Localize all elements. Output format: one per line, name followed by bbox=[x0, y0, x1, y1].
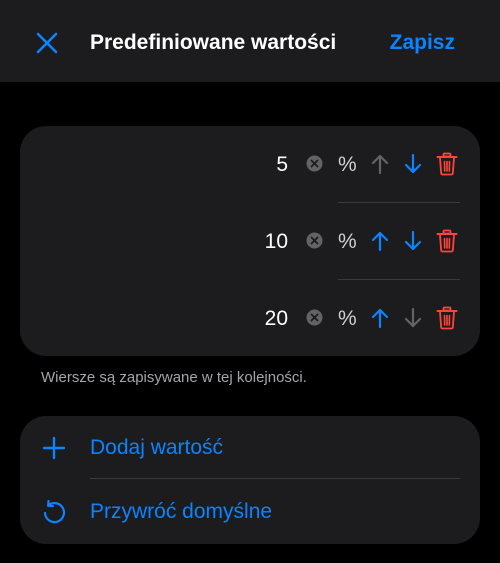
move-down-button[interactable] bbox=[401, 151, 425, 177]
divider bbox=[90, 478, 460, 479]
restore-defaults-button[interactable]: Przywróć domyślne bbox=[20, 480, 480, 544]
clear-icon[interactable] bbox=[306, 232, 323, 249]
unit-label: % bbox=[338, 230, 357, 253]
trash-icon bbox=[436, 152, 458, 176]
move-up-button[interactable] bbox=[368, 151, 392, 177]
clear-icon[interactable] bbox=[306, 155, 323, 172]
actions-list: Dodaj wartość Przywróć domyślne bbox=[20, 416, 480, 544]
add-value-button[interactable]: Dodaj wartość bbox=[20, 416, 480, 480]
arrow-down-icon bbox=[404, 230, 422, 251]
page-title: Predefiniowane wartości bbox=[90, 31, 337, 54]
close-icon bbox=[36, 32, 58, 54]
value-row: 20 % bbox=[20, 280, 480, 357]
move-down-button[interactable] bbox=[401, 228, 425, 254]
unit-label: % bbox=[338, 307, 357, 330]
clear-icon[interactable] bbox=[306, 309, 323, 326]
restore-defaults-label: Przywróć domyślne bbox=[90, 500, 273, 523]
arrow-down-icon bbox=[404, 153, 422, 174]
plus-icon bbox=[40, 434, 68, 462]
value-field[interactable]: 10 bbox=[208, 203, 288, 280]
arrow-up-icon bbox=[371, 154, 389, 175]
value-field[interactable]: 5 bbox=[208, 126, 288, 203]
arrow-down-icon bbox=[404, 307, 422, 328]
delete-button[interactable] bbox=[435, 305, 459, 331]
move-down-button[interactable] bbox=[401, 305, 425, 331]
unit-label: % bbox=[338, 153, 357, 176]
value-row: 5 % bbox=[20, 126, 480, 203]
add-value-label: Dodaj wartość bbox=[90, 436, 224, 459]
order-footnote: Wiersze są zapisywane w tej kolejności. bbox=[41, 369, 307, 386]
value-row: 10 % bbox=[20, 203, 480, 280]
move-up-button[interactable] bbox=[368, 228, 392, 254]
values-list: 5 % 10 % 20 % bbox=[20, 126, 480, 356]
trash-icon bbox=[436, 306, 458, 330]
arrow-up-icon bbox=[371, 308, 389, 329]
move-up-button[interactable] bbox=[368, 305, 392, 331]
close-button[interactable] bbox=[28, 24, 66, 62]
navigation-bar: Predefiniowane wartości Zapisz bbox=[0, 0, 500, 82]
restore-icon bbox=[40, 498, 68, 526]
value-field[interactable]: 20 bbox=[208, 280, 288, 357]
trash-icon bbox=[436, 229, 458, 253]
arrow-up-icon bbox=[371, 231, 389, 252]
delete-button[interactable] bbox=[435, 151, 459, 177]
delete-button[interactable] bbox=[435, 228, 459, 254]
save-button[interactable]: Zapisz bbox=[390, 28, 455, 58]
